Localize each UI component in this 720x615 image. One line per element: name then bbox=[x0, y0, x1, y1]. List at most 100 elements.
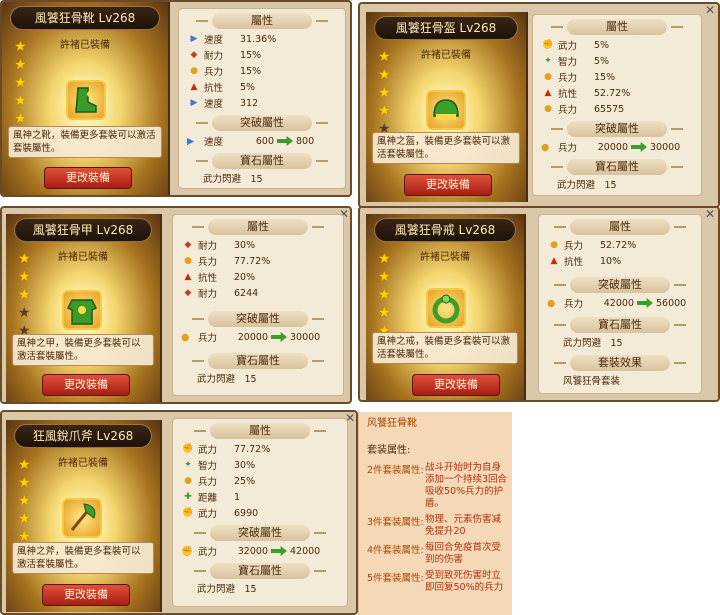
troops-icon: ● bbox=[550, 240, 558, 250]
attr-row: ✦ 智力 30% bbox=[173, 457, 347, 473]
attribute-panel[interactable]: 屬性 ✊ 武力 77.72% ✦ 智力 30% ● 兵力 25% ✚ 距離 1 ✊ 武力 6990 … bbox=[172, 418, 348, 607]
star-icon: ★ bbox=[378, 287, 391, 303]
breakthrough-header: 突破屬性 bbox=[194, 525, 326, 541]
ring-icon[interactable] bbox=[426, 288, 466, 328]
item-panel: 風饕狂骨甲 Lv268 許褚已裝備 ★ ★ ★ ★ ★ 風神之甲，裝備更多套裝可… bbox=[6, 214, 162, 402]
arrow-right-icon bbox=[271, 546, 287, 556]
attributes-header: 屬性 bbox=[196, 13, 328, 29]
breakthrough-row: ● 兵力 20000 30000 bbox=[541, 141, 681, 155]
star-icon: ★ bbox=[18, 269, 31, 285]
equip-card-boots: 風饕狂骨靴 Lv268 許褚已裝備 ★ ★ ★ ★ ★ 風神之靴，裝備更多套裝可… bbox=[0, 0, 352, 197]
gem-row: 武力閃避 15 bbox=[563, 338, 623, 349]
attribute-panel[interactable]: 屬性 ▶ 速度 31.36% ◆ 耐力 15% ● 兵力 15% ▲ 抗性 5% ▶ 速度 312 … bbox=[178, 8, 346, 189]
star-icon: ★ bbox=[14, 57, 27, 73]
attr-row: ✚ 距離 1 bbox=[173, 489, 347, 505]
attr-row: ▲ 抗性 5% bbox=[179, 79, 345, 95]
attr-row: ✊ 武力 77.72% bbox=[182, 443, 271, 457]
helmet-icon[interactable] bbox=[426, 90, 466, 130]
gem-header: 寶石屬性 bbox=[551, 159, 683, 175]
attr-row: ✊ 武力 5% bbox=[542, 39, 610, 53]
change-equipment-button[interactable]: 更改裝備 bbox=[404, 174, 492, 196]
close-icon[interactable]: ✕ bbox=[704, 208, 716, 220]
attribute-panel[interactable]: 屬性 ● 兵力 52.72% ▲ 抗性 10% 突破屬性 ● 兵力 42000 56000 寶… bbox=[538, 214, 702, 394]
close-icon[interactable]: ✕ bbox=[704, 4, 716, 16]
attr-row: ▲ 抗性 20% bbox=[173, 269, 343, 285]
breakthrough-row: ✊ 武力 32000 42000 bbox=[181, 545, 321, 559]
breakthrough-header: 突破屬性 bbox=[554, 277, 686, 293]
attr-row: ● 兵力 25% bbox=[173, 473, 347, 489]
change-equipment-button[interactable]: 更改裝備 bbox=[42, 584, 130, 606]
troops-icon: ● bbox=[547, 297, 556, 309]
gem-row: 武力閃避 15 bbox=[203, 174, 263, 185]
set-bonus-row: 5件套装属性: 受到致死伤害时立即回复50%的兵力 bbox=[367, 570, 504, 593]
strength-icon: ✊ bbox=[182, 444, 194, 454]
star-icon: ★ bbox=[378, 67, 391, 83]
breakthrough-header: 突破屬性 bbox=[196, 115, 328, 131]
troops-icon: ● bbox=[184, 256, 192, 266]
axe-icon[interactable] bbox=[62, 498, 102, 538]
attr-row: ▲ 抗性 52.72% bbox=[533, 85, 701, 101]
attribute-panel[interactable]: 屬性 ✊ 武力 5% ✦ 智力 5% ● 兵力 15% ▲ 抗性 52.72% ● 兵力 65575… bbox=[532, 14, 702, 196]
item-panel: 狂風銳爪斧 Lv268 許褚已裝備 ★ ★ ★ ★ ★ 風神之斧，裝備更多套裝可… bbox=[6, 420, 162, 612]
equip-card-ring: ✕ 風饕狂骨戒 Lv268 許褚已裝備 ★ ★ ★ ★ ★ 風神之戒，裝備更多套… bbox=[358, 206, 720, 402]
star-icon: ★ bbox=[18, 493, 31, 509]
arrow-right-icon bbox=[277, 136, 293, 146]
set-effect-header: 套裝效果 bbox=[554, 355, 686, 371]
item-description: 風神之盔，裝備更多套裝可以激活套裝屬性。 bbox=[372, 132, 520, 164]
attributes-header: 屬性 bbox=[554, 219, 686, 235]
attr-row: ◆ 耐力 30% bbox=[173, 237, 343, 253]
star-rating: ★ ★ ★ ★ ★ bbox=[378, 252, 392, 342]
change-equipment-button[interactable]: 更改裝備 bbox=[42, 374, 130, 396]
breakthrough-header: 突破屬性 bbox=[192, 311, 324, 327]
attribute-panel[interactable]: 屬性 ◆ 耐力 30% ● 兵力 77.72% ▲ 抗性 20% ◆ 耐力 6244 突破屬性 … bbox=[172, 214, 344, 396]
item-title: 風饕狂骨盔 Lv268 bbox=[374, 16, 518, 40]
resist-icon: ▲ bbox=[184, 272, 192, 282]
arrow-right-icon bbox=[631, 142, 647, 152]
attr-row: ◆ 耐力 6244 bbox=[173, 285, 343, 301]
breakthrough-row: ● 兵力 42000 56000 bbox=[547, 297, 687, 311]
endurance-icon: ◆ bbox=[190, 50, 198, 60]
troops-icon: ● bbox=[190, 66, 198, 76]
attr-row: ▶ 速度 312 bbox=[179, 95, 345, 111]
equip-card-armor: ✕ 風饕狂骨甲 Lv268 許褚已裝備 ★ ★ ★ ★ ★ 風神之甲，裝備更多套… bbox=[0, 206, 352, 404]
attr-row: ● 兵力 15% bbox=[179, 63, 345, 79]
change-equipment-button[interactable]: 更改裝備 bbox=[44, 167, 132, 189]
resist-icon: ▲ bbox=[190, 82, 198, 92]
star-empty-icon: ★ bbox=[18, 305, 31, 321]
star-icon: ★ bbox=[378, 305, 391, 321]
gem-row: 武力閃避 15 bbox=[557, 180, 617, 191]
set-item-name: 风饕狂骨靴 bbox=[367, 418, 417, 429]
star-rating: ★ ★ ★ ★ ★ bbox=[18, 458, 32, 548]
item-title: 風饕狂骨靴 Lv268 bbox=[10, 6, 160, 30]
star-icon: ★ bbox=[14, 39, 27, 55]
gem-row: 武力閃避 15 bbox=[197, 584, 257, 595]
troops-icon: ● bbox=[541, 141, 550, 153]
equip-card-helmet: ✕ 風饕狂骨盔 Lv268 許褚已裝備 ★ ★ ★ ★ ★ 風神之盔，裝備更多套… bbox=[358, 2, 720, 208]
armor-icon[interactable] bbox=[62, 290, 102, 330]
attr-row: ▲ 抗性 10% bbox=[539, 253, 701, 269]
star-rating: ★ ★ ★ ★ ★ bbox=[378, 50, 392, 140]
set-bonus-row: 3件套装属性: 物理、元素伤害减免提升20 bbox=[367, 514, 502, 537]
attr-row: ◆ 耐力 15% bbox=[179, 47, 345, 63]
gem-header: 寶石屬性 bbox=[194, 563, 326, 579]
troops-icon: ● bbox=[544, 72, 552, 82]
star-icon: ★ bbox=[14, 75, 27, 91]
star-icon: ★ bbox=[18, 457, 31, 473]
change-equipment-button[interactable]: 更改裝備 bbox=[412, 374, 500, 396]
boots-icon[interactable] bbox=[66, 80, 106, 120]
gem-header: 寶石屬性 bbox=[554, 317, 686, 333]
attributes-header: 屬性 bbox=[192, 219, 324, 235]
troops-icon: ● bbox=[184, 476, 192, 486]
troops-icon: ● bbox=[544, 104, 552, 114]
troops-icon: ● bbox=[181, 331, 190, 343]
endurance-icon: ◆ bbox=[184, 288, 192, 298]
set-bonus-header: 套装属性: bbox=[367, 445, 411, 456]
attr-row: ● 兵力 52.72% bbox=[539, 237, 701, 253]
item-panel: 風饕狂骨靴 Lv268 許褚已裝備 ★ ★ ★ ★ ★ 風神之靴，裝備更多套裝可… bbox=[2, 2, 170, 195]
item-description: 風神之戒，裝備更多套裝可以激活套裝屬性。 bbox=[372, 332, 518, 364]
set-effect-row[interactable]: 风饕狂骨套装 bbox=[539, 373, 701, 387]
star-icon: ★ bbox=[378, 103, 391, 119]
star-icon: ★ bbox=[378, 269, 391, 285]
item-description: 風神之靴，裝備更多套裝可以激活套裝屬性。 bbox=[8, 126, 162, 158]
breakthrough-row: ▶ 速度 600 800 bbox=[187, 135, 315, 149]
